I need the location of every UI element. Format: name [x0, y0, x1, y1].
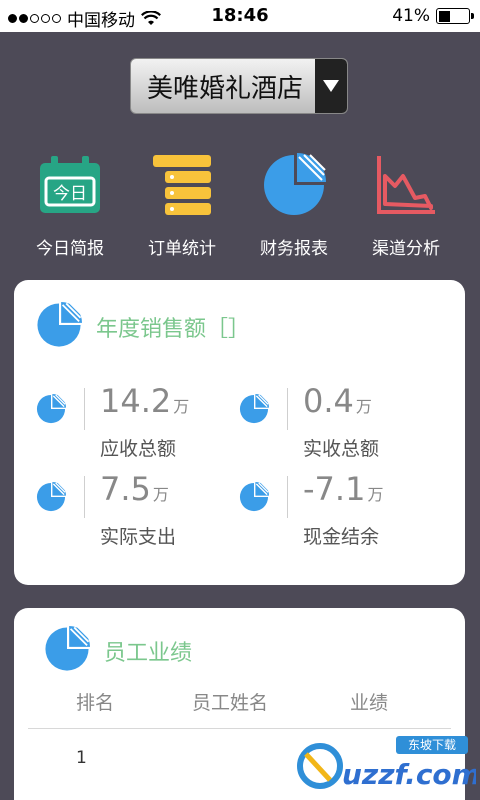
divider [84, 476, 85, 518]
pie-chart-icon [36, 302, 82, 352]
divider [287, 388, 288, 430]
nav-today-brief-label: 今日简报 [36, 239, 104, 259]
nav-channel-analysis-label: 渠道分析 [372, 239, 440, 259]
nav-financial-report[interactable]: 财务报表 [238, 150, 350, 259]
annual-sales-card: 年度销售额［］ 14.2 万 应收总额 0.4 万 实收总额 7.5 万 实际支出 -… [14, 280, 465, 585]
staff-performance-header: 员工业绩 [44, 626, 192, 676]
table-divider [28, 728, 451, 729]
divider [84, 388, 85, 430]
hotel-select-value: 美唯婚礼酒店 [147, 73, 304, 104]
metric-value: 14.2 万 [100, 382, 190, 420]
annual-sales-header: 年度销售额［］ [36, 302, 250, 352]
status-bar: 中国移动 18:46 41% [0, 0, 480, 32]
metric-received: 0.4 万 实收总额 [217, 382, 417, 468]
metric-actual-expense: 7.5 万 实际支出 [14, 470, 214, 556]
nav-channel-analysis[interactable]: 渠道分析 [350, 150, 462, 259]
metric-cash-balance: -7.1 万 现金结余 [217, 470, 417, 556]
svg-text:uzzf.com: uzzf.com [342, 758, 476, 791]
nav-financial-report-label: 财务报表 [260, 239, 328, 259]
column-header-name: 员工姓名 [192, 692, 269, 714]
pie-chart-icon [36, 482, 67, 516]
dropdown-arrow-icon[interactable] [315, 59, 347, 113]
quick-nav: 今日 今日简报 订单统计 财务报表 渠道分析 [0, 150, 480, 259]
metric-receivable: 14.2 万 应收总额 [14, 382, 214, 468]
rank-cell: 1 [76, 748, 87, 768]
metric-value: -7.1 万 [303, 470, 384, 508]
battery-percent: 41% [392, 6, 430, 26]
pie-chart-icon [36, 394, 67, 428]
column-header-rank: 排名 [76, 692, 115, 714]
svg-text:东坡下载: 东坡下载 [408, 738, 456, 752]
nav-order-stats-label: 订单统计 [148, 239, 216, 259]
metric-label: 现金结余 [303, 526, 380, 548]
pie-chart-icon [239, 482, 270, 516]
stacked-list-icon [147, 150, 217, 220]
staff-performance-title: 员工业绩 [104, 641, 193, 666]
divider [287, 476, 288, 518]
table-header: 排名 员工姓名 业绩 [14, 688, 465, 728]
line-chart-icon [371, 150, 441, 220]
column-header-score: 业绩 [350, 692, 389, 714]
nav-order-stats[interactable]: 订单统计 [126, 150, 238, 259]
battery-icon [436, 8, 474, 24]
metric-label: 应收总额 [100, 438, 177, 460]
metric-label: 实际支出 [100, 526, 177, 548]
status-right: 41% [392, 6, 474, 26]
svg-text:今日: 今日 [53, 184, 87, 204]
uzzf-watermark-logo: 东坡下载 uzzf.com [296, 734, 480, 794]
pie-chart-icon [259, 150, 329, 220]
metric-value: 7.5 万 [100, 470, 169, 508]
pie-chart-icon [44, 626, 90, 676]
annual-sales-title: 年度销售额［］ [96, 317, 251, 342]
hotel-select-dropdown[interactable]: 美唯婚礼酒店 [130, 58, 348, 114]
pie-chart-icon [239, 394, 270, 428]
metric-value: 0.4 万 [303, 382, 372, 420]
metric-label: 实收总额 [303, 438, 380, 460]
nav-today-brief[interactable]: 今日 今日简报 [14, 150, 126, 259]
calendar-today-icon: 今日 [35, 150, 105, 220]
